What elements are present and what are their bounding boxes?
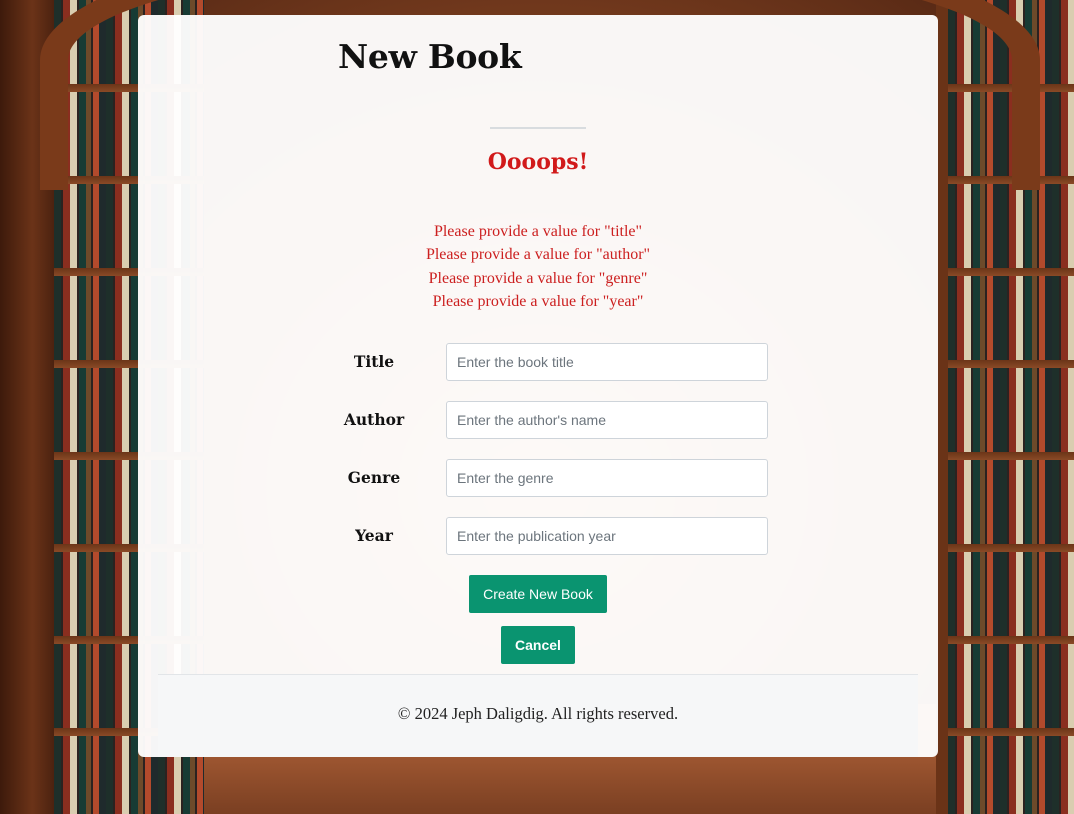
genre-input[interactable] bbox=[446, 459, 768, 497]
page-title: New Book bbox=[338, 37, 522, 76]
form-row-author: Author bbox=[138, 401, 938, 439]
author-label: Author bbox=[343, 410, 405, 429]
error-message-author: Please provide a value for "author" bbox=[425, 246, 651, 264]
author-input[interactable] bbox=[446, 401, 768, 439]
footer: © 2024 Jeph Daligdig. All rights reserve… bbox=[158, 674, 918, 757]
error-message-title: Please provide a value for "title" bbox=[433, 223, 643, 240]
year-label: Year bbox=[355, 526, 393, 545]
cancel-button[interactable]: Cancel bbox=[501, 626, 575, 664]
error-heading: Oooops! bbox=[487, 149, 589, 175]
genre-label: Genre bbox=[347, 468, 401, 487]
title-label: Title bbox=[353, 352, 395, 371]
error-message-genre: Please provide a value for "genre" bbox=[428, 269, 648, 287]
form-row-genre: Genre bbox=[138, 459, 938, 497]
title-input[interactable] bbox=[446, 343, 768, 381]
form-row-title: Title bbox=[138, 343, 938, 381]
year-input[interactable] bbox=[446, 517, 768, 555]
error-message-year: Please provide a value for "year" bbox=[432, 292, 644, 310]
title-divider bbox=[490, 127, 586, 129]
copyright-text: © 2024 Jeph Daligdig. All rights reserve… bbox=[397, 704, 679, 723]
error-list: Please provide a value for "title" Pleas… bbox=[138, 220, 938, 313]
new-book-card: New Book Oooops! Please provide a value … bbox=[138, 15, 938, 757]
form-row-year: Year bbox=[138, 517, 938, 555]
create-new-book-button[interactable]: Create New Book bbox=[469, 575, 607, 613]
